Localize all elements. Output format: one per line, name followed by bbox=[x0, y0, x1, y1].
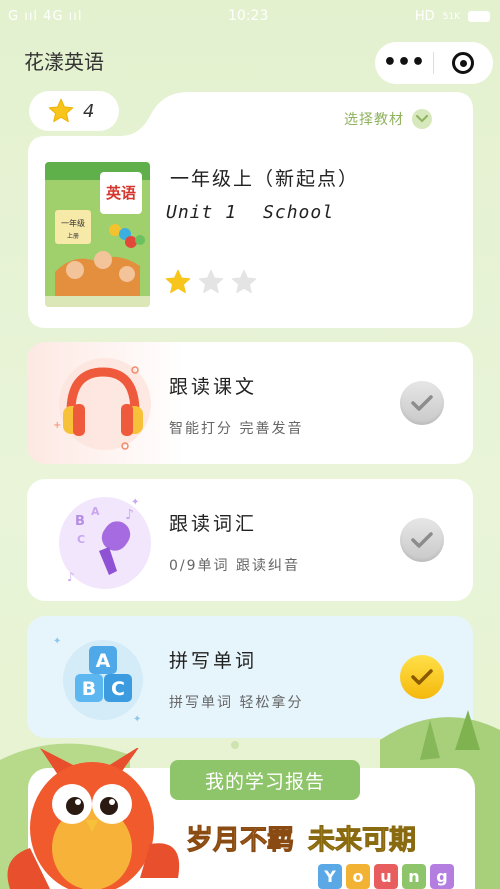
svg-text:+: + bbox=[53, 420, 61, 431]
slogan-part-1: 岁月不羁 bbox=[186, 825, 295, 857]
svg-text:C: C bbox=[111, 678, 125, 700]
unit-name: School bbox=[263, 202, 335, 223]
headphones-icon: + bbox=[47, 348, 157, 458]
letter-tile: o bbox=[346, 864, 370, 889]
mini-program-capsule: ••• bbox=[375, 42, 493, 84]
svg-text:C: C bbox=[77, 533, 85, 546]
star-filled-icon bbox=[165, 269, 191, 294]
select-textbook-button[interactable]: 选择教材 bbox=[344, 109, 432, 129]
owl-mascot-icon bbox=[7, 748, 180, 889]
cover-volume: 上册 bbox=[67, 232, 79, 240]
more-dots-icon[interactable]: ••• bbox=[375, 52, 433, 74]
activity-read-along-vocabulary[interactable]: B A C ♪ ♪ ✦ 跟读词汇 0/9单词 跟读纠音 bbox=[27, 479, 473, 601]
svg-text:B: B bbox=[75, 514, 85, 529]
check-icon bbox=[400, 655, 444, 699]
svg-text:A: A bbox=[91, 505, 100, 518]
svg-text:✦: ✦ bbox=[131, 497, 139, 508]
activity-read-along-text[interactable]: + 跟读课文 智能打分 完善发音 bbox=[27, 342, 473, 464]
letter-tile: u bbox=[374, 864, 398, 889]
cover-grade: 一年级 bbox=[61, 218, 85, 228]
activity-subtitle: 0/9单词 跟读纠音 bbox=[169, 558, 300, 574]
status-bar: G ııl 4G ııl 10:23 HD 51K bbox=[0, 0, 500, 34]
star-rating bbox=[164, 268, 258, 296]
activity-title: 跟读课文 bbox=[169, 376, 258, 398]
activity-title: 跟读词汇 bbox=[169, 513, 258, 535]
svg-text:♪: ♪ bbox=[67, 570, 75, 584]
unit-number: Unit 1 bbox=[166, 202, 238, 223]
star-icon bbox=[48, 98, 74, 123]
star-count: 4 bbox=[83, 100, 95, 122]
letter-tile: n bbox=[402, 864, 426, 889]
star-empty-icon bbox=[231, 269, 257, 294]
textbook-cover[interactable]: 英语 一年级 上册 bbox=[45, 162, 150, 307]
star-score: 4 bbox=[29, 91, 119, 131]
letter-tile: Y bbox=[318, 864, 342, 889]
hd-indicator: HD bbox=[414, 9, 435, 24]
page-title: 花漾英语 bbox=[24, 50, 104, 74]
slogan: 岁月不羁 未来可期 bbox=[186, 818, 417, 857]
microphone-icon: B A C ♪ ♪ ✦ bbox=[47, 485, 157, 595]
letter-tile: g bbox=[430, 864, 454, 889]
activity-title: 拼写单词 bbox=[169, 650, 258, 672]
speed-indicator: 51K bbox=[442, 11, 460, 22]
select-textbook-label: 选择教材 bbox=[344, 112, 404, 128]
young-letters: Y o u n g bbox=[318, 864, 454, 889]
network-indicator: G ııl 4G ııl bbox=[8, 9, 83, 24]
activity-subtitle: 智能打分 完善发音 bbox=[169, 421, 304, 437]
clock: 10:23 bbox=[228, 8, 269, 24]
check-icon bbox=[400, 381, 444, 425]
slogan-part-2: 未来可期 bbox=[308, 825, 417, 857]
report-tab-label: 我的学习报告 bbox=[204, 770, 325, 793]
chevron-down-icon bbox=[412, 109, 432, 129]
svg-text:B: B bbox=[82, 678, 96, 700]
unit-label: Unit 1 School bbox=[166, 202, 334, 223]
svg-text:✦: ✦ bbox=[53, 636, 61, 647]
svg-text:A: A bbox=[96, 650, 111, 672]
check-icon bbox=[400, 518, 444, 562]
textbook-title: 一年级上（新起点） bbox=[170, 168, 360, 190]
learning-report-button[interactable]: 我的学习报告 bbox=[170, 760, 360, 800]
svg-text:♪: ♪ bbox=[125, 507, 134, 523]
battery-icon bbox=[468, 11, 490, 22]
target-icon[interactable] bbox=[434, 52, 492, 74]
cover-title: 英语 bbox=[106, 184, 136, 202]
star-empty-icon bbox=[198, 269, 224, 294]
